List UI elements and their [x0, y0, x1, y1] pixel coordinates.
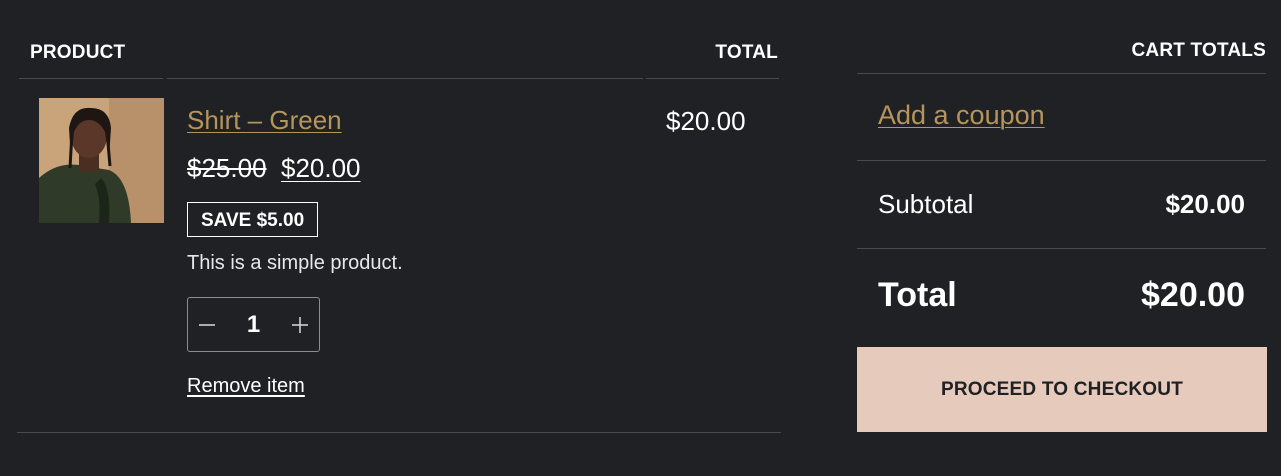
total-label: Total — [878, 276, 957, 314]
regular-price: $25.00 — [187, 153, 267, 183]
cart-totals-heading: CART TOTALS — [1131, 40, 1266, 61]
quantity-value[interactable]: 1 — [226, 298, 281, 351]
product-description: This is a simple product. — [187, 252, 403, 274]
cart-bottom-divider — [17, 432, 781, 433]
add-coupon-link[interactable]: Add a coupon — [878, 100, 1045, 131]
product-column-header: PRODUCT — [30, 42, 126, 63]
panel-divider — [857, 73, 1266, 74]
savings-badge: SAVE $5.00 — [187, 202, 319, 237]
total-value: $20.00 — [1141, 276, 1245, 314]
increase-quantity-button[interactable] — [281, 298, 319, 351]
header-divider — [19, 78, 163, 79]
product-name-link[interactable]: Shirt – Green — [187, 105, 342, 136]
panel-divider — [857, 160, 1266, 161]
quantity-stepper: 1 — [187, 297, 320, 352]
product-photo-illustration — [39, 98, 164, 223]
proceed-to-checkout-button[interactable]: PROCEED TO CHECKOUT — [857, 347, 1267, 432]
subtotal-value: $20.00 — [1165, 189, 1245, 219]
decrease-quantity-button[interactable] — [188, 298, 226, 351]
subtotal-label: Subtotal — [878, 189, 974, 219]
header-divider — [167, 78, 643, 79]
product-price: $25.00 $20.00 — [187, 153, 361, 184]
remove-item-link[interactable]: Remove item — [187, 375, 305, 398]
minus-icon — [199, 323, 215, 326]
product-image[interactable] — [39, 98, 164, 223]
plus-icon — [292, 316, 308, 333]
line-total: $20.00 — [666, 106, 746, 136]
panel-divider — [857, 248, 1266, 249]
total-column-header: TOTAL — [715, 42, 778, 63]
header-divider — [646, 78, 779, 79]
sale-price: $20.00 — [280, 153, 361, 183]
